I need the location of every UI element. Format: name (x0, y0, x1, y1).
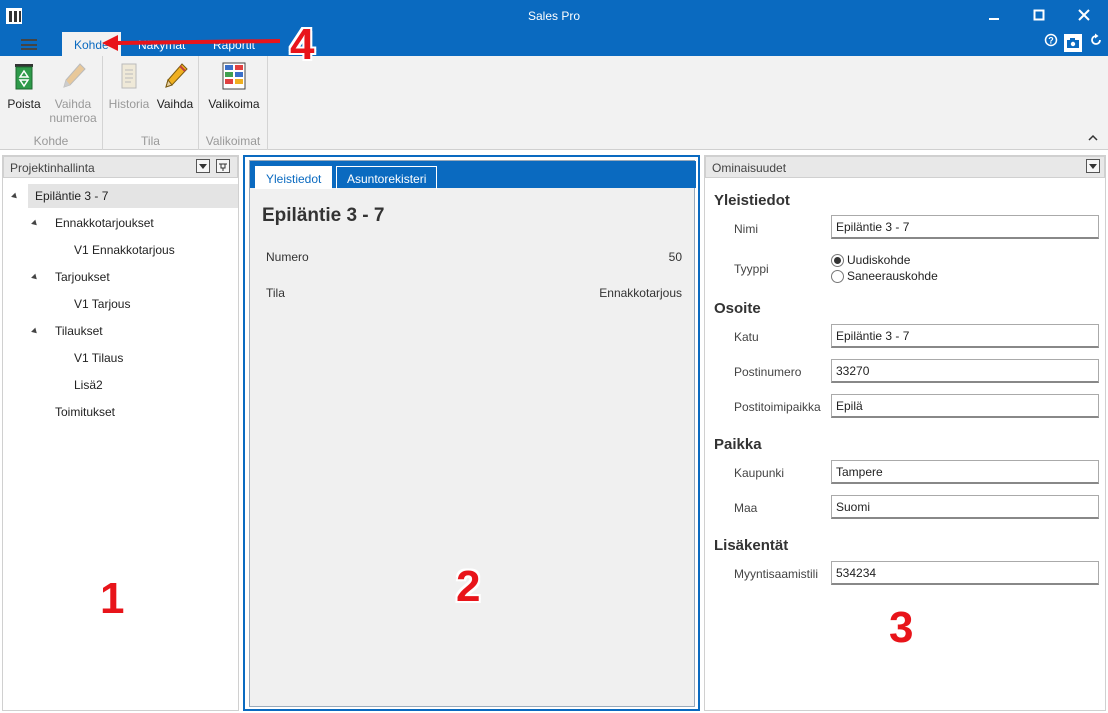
poista-label: Poista (7, 97, 41, 111)
tab-yleistiedot[interactable]: Yleistiedot (255, 166, 333, 189)
section-heading: Osoite (714, 300, 761, 317)
ribbon: Poista Vaihda numeroa Kohde Historia Vai… (0, 56, 1108, 150)
group-kohde: Poista Vaihda numeroa Kohde (0, 56, 103, 150)
details-title: Epiläntie 3 - 7 (262, 205, 385, 226)
section-heading: Paikka (714, 436, 762, 453)
window-title: Sales Pro (527, 9, 581, 23)
section-heading: Lisäkentät (714, 537, 789, 554)
callout-3: 3 (889, 603, 914, 652)
section-heading: Yleistiedot (714, 192, 790, 209)
recycle-bin-icon (15, 64, 33, 90)
maa-field[interactable]: Suomi (831, 495, 1099, 519)
refresh-icon (1091, 33, 1101, 45)
callout-4: 4 (290, 20, 315, 69)
vaihda-numeroa-label: Vaihda numeroa (49, 97, 97, 125)
close-icon (1078, 9, 1090, 21)
tree-item[interactable]: V1 Ennakkotarjous (74, 238, 175, 262)
callout-arrow-icon (102, 35, 281, 51)
field-label: Postitoimipaikka (734, 400, 821, 414)
pencil-icon (165, 63, 188, 88)
group-tila: Historia Vaihda Tila (103, 56, 199, 150)
detail-row: Tila Ennakkotarjous (266, 286, 682, 300)
tree-item[interactable]: Epiläntie 3 - 7 (35, 184, 108, 208)
detail-row: Numero 50 (266, 250, 682, 264)
postinumero-field[interactable]: 33270 (831, 359, 1099, 383)
pane-header: Ominaisuudet (705, 156, 1105, 178)
project-management-pane: Projektinhallinta Epiläntie 3 - 7 Ennakk… (2, 155, 239, 711)
detail-label: Numero (266, 250, 309, 264)
callout-2: 2 (456, 562, 481, 611)
expand-icon[interactable] (31, 219, 39, 228)
postitoimipaikka-field[interactable]: Epilä (831, 394, 1099, 418)
pane-title: Projektinhallinta (10, 161, 95, 175)
vaihda-button[interactable]: Vaihda (153, 60, 197, 111)
field-label: Postinumero (734, 365, 802, 379)
pane-dropdown-button[interactable] (1086, 159, 1100, 173)
katu-field[interactable]: Epiläntie 3 - 7 (831, 324, 1099, 348)
field-label: Tyyppi (734, 262, 769, 276)
screenshot-button[interactable] (1063, 33, 1083, 53)
radio-uudiskohde[interactable]: Uudiskohde (831, 253, 910, 267)
tree-item[interactable]: Ennakkotarjoukset (55, 211, 154, 235)
pin-button[interactable] (216, 159, 230, 173)
field-label: Kaupunki (734, 466, 785, 480)
tree-item[interactable]: V1 Tilaus (74, 346, 123, 370)
collapse-ribbon-icon[interactable] (1088, 133, 1098, 143)
myyntisaamistili-field[interactable]: 534234 (831, 561, 1099, 585)
nimi-field[interactable]: Epiläntie 3 - 7 (831, 215, 1099, 239)
valikoima-label: Valikoima (208, 97, 260, 111)
vaihda-label: Vaihda (156, 97, 194, 111)
close-button[interactable] (1073, 6, 1095, 26)
expand-icon[interactable] (31, 327, 39, 336)
tab-asuntorekisteri[interactable]: Asuntorekisteri (336, 166, 438, 189)
help-button[interactable]: ? (1041, 33, 1061, 53)
expand-icon[interactable] (31, 273, 39, 282)
field-label: Myyntisaamistili (734, 567, 819, 581)
detail-value: Ennakkotarjous (599, 286, 682, 300)
pencil-icon (63, 63, 86, 88)
maximize-icon (1033, 9, 1045, 21)
grid-icon (222, 62, 246, 90)
poista-button[interactable]: Poista (5, 60, 43, 111)
maximize-button[interactable] (1028, 6, 1050, 26)
help-icon: ? (1044, 33, 1058, 47)
expand-icon[interactable] (11, 192, 19, 201)
refresh-button[interactable] (1086, 33, 1106, 53)
pin-icon (219, 163, 227, 171)
details-content: Yleistiedot Asuntorekisteri Epiläntie 3 … (249, 160, 696, 707)
detail-label: Tila (266, 286, 285, 300)
pane-dropdown-button[interactable] (196, 159, 210, 173)
minimize-button[interactable] (983, 6, 1005, 26)
pane-title: Ominaisuudet (712, 161, 787, 175)
callout-1: 1 (100, 574, 125, 623)
scroll-icon (121, 63, 137, 89)
details-pane: Yleistiedot Asuntorekisteri Epiläntie 3 … (243, 155, 700, 711)
detail-value: 50 (668, 250, 682, 264)
svg-text:?: ? (1048, 36, 1054, 46)
tree-item[interactable]: Lisä2 (74, 373, 103, 397)
historia-button[interactable]: Historia (107, 60, 151, 111)
menu-icon[interactable] (21, 39, 37, 50)
field-label: Katu (734, 330, 759, 344)
details-tabs: Yleistiedot Asuntorekisteri (250, 161, 696, 189)
vaihda-numeroa-button[interactable]: Vaihda numeroa (46, 60, 100, 125)
minimize-icon (989, 18, 999, 20)
tree-item[interactable]: Tilaukset (55, 319, 103, 343)
group-label-valikoimat: Valikoimat (205, 134, 261, 148)
field-label: Nimi (734, 222, 758, 236)
field-label: Maa (734, 501, 758, 515)
group-valikoimat: Valikoima Valikoimat (199, 56, 268, 150)
radio-saneerauskohde[interactable]: Saneerauskohde (831, 269, 938, 283)
valikoima-button[interactable]: Valikoima (205, 60, 263, 111)
kaupunki-field[interactable]: Tampere (831, 460, 1099, 484)
historia-label: Historia (108, 97, 150, 111)
tree-item[interactable]: Tarjoukset (55, 265, 110, 289)
tree-item[interactable]: Toimitukset (55, 400, 115, 424)
tree-item[interactable]: V1 Tarjous (74, 292, 130, 316)
camera-icon (1067, 38, 1079, 48)
group-label-kohde: Kohde (33, 134, 69, 148)
group-label-tila: Tila (141, 134, 160, 148)
